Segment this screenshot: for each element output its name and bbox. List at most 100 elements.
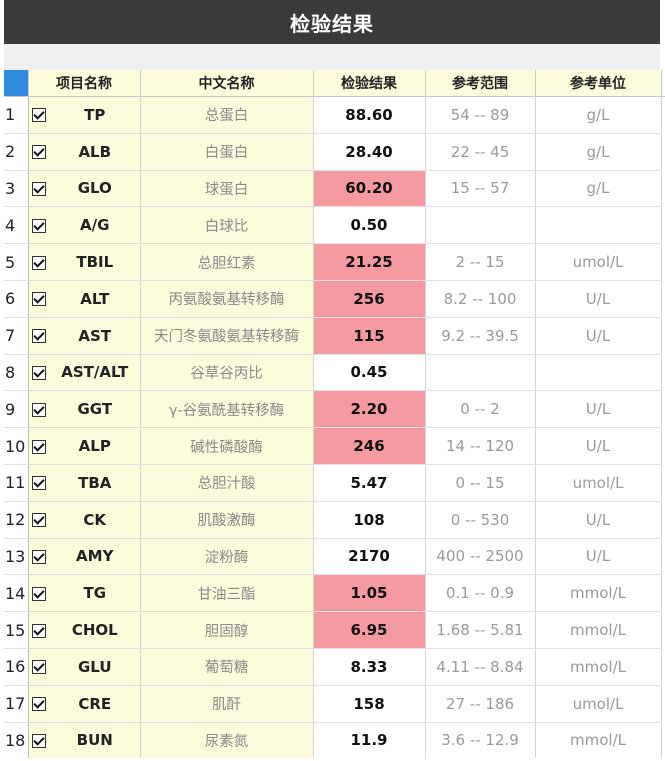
- table-row[interactable]: 6 ALT 丙氨酸氨基转移酶 256 8.2 -- 100 U/L: [4, 280, 665, 318]
- item-code[interactable]: CHOL: [50, 611, 141, 649]
- checkbox-checked-icon[interactable]: [32, 108, 47, 123]
- item-code[interactable]: AST/ALT: [50, 354, 141, 392]
- table-row[interactable]: 8 AST/ALT 谷草谷丙比 0.45: [4, 354, 665, 392]
- row-checkbox-cell[interactable]: [28, 96, 50, 134]
- reference-unit[interactable]: mmol/L: [535, 611, 662, 649]
- reference-unit[interactable]: mmol/L: [535, 648, 662, 686]
- result-value[interactable]: 6.95: [313, 611, 426, 649]
- reference-range[interactable]: 0 -- 15: [425, 464, 536, 502]
- item-chinese-name[interactable]: 丙氨酸氨基转移酶: [140, 280, 314, 318]
- row-checkbox-cell[interactable]: [28, 464, 50, 502]
- checkbox-checked-icon[interactable]: [32, 439, 47, 454]
- row-checkbox-cell[interactable]: [28, 427, 50, 465]
- item-chinese-name[interactable]: 淀粉酶: [140, 538, 314, 576]
- table-row[interactable]: 5 TBIL 总胆红素 21.25 2 -- 15 umol/L: [4, 243, 665, 281]
- checkbox-checked-icon[interactable]: [32, 365, 47, 380]
- result-value[interactable]: 158: [313, 685, 426, 723]
- table-row[interactable]: 12 CK 肌酸激酶 108 0 -- 530 U/L: [4, 501, 665, 539]
- reference-unit[interactable]: g/L: [535, 170, 662, 208]
- reference-unit[interactable]: U/L: [535, 538, 662, 576]
- table-row[interactable]: 10 ALP 碱性磷酸酶 246 14 -- 120 U/L: [4, 427, 665, 465]
- reference-unit[interactable]: g/L: [535, 96, 662, 134]
- table-row[interactable]: 13 AMY 淀粉酶 2170 400 -- 2500 U/L: [4, 538, 665, 576]
- reference-range[interactable]: 2 -- 15: [425, 243, 536, 281]
- row-checkbox-cell[interactable]: [28, 611, 50, 649]
- checkbox-checked-icon[interactable]: [32, 255, 47, 270]
- reference-unit[interactable]: umol/L: [535, 685, 662, 723]
- checkbox-checked-icon[interactable]: [32, 733, 47, 748]
- row-checkbox-cell[interactable]: [28, 501, 50, 539]
- reference-unit[interactable]: U/L: [535, 280, 662, 318]
- checkbox-checked-icon[interactable]: [32, 329, 47, 344]
- checkbox-checked-icon[interactable]: [32, 181, 47, 196]
- reference-range[interactable]: 54 -- 89: [425, 96, 536, 134]
- item-code[interactable]: TBA: [50, 464, 141, 502]
- result-value[interactable]: 8.33: [313, 648, 426, 686]
- reference-range[interactable]: [425, 206, 536, 245]
- table-row[interactable]: 16 GLU 葡萄糖 8.33 4.11 -- 8.84 mmol/L: [4, 648, 665, 686]
- item-chinese-name[interactable]: 总蛋白: [140, 96, 314, 134]
- row-checkbox-cell[interactable]: [28, 574, 50, 613]
- result-value[interactable]: 60.20: [313, 170, 426, 208]
- table-row[interactable]: 9 GGT γ-谷氨酰基转移酶 2.20 0 -- 2 U/L: [4, 390, 665, 429]
- row-checkbox-cell[interactable]: [28, 317, 50, 355]
- reference-range[interactable]: 22 -- 45: [425, 133, 536, 171]
- column-header-cn-name[interactable]: 中文名称: [140, 70, 314, 97]
- item-code[interactable]: CK: [50, 501, 141, 539]
- item-chinese-name[interactable]: γ-谷氨酰基转移酶: [140, 390, 314, 429]
- row-checkbox-cell[interactable]: [28, 243, 50, 281]
- reference-range[interactable]: 1.68 -- 5.81: [425, 611, 536, 649]
- result-value[interactable]: 11.9: [313, 722, 426, 760]
- item-chinese-name[interactable]: 白蛋白: [140, 133, 314, 171]
- table-row[interactable]: 4 A/G 白球比 0.50: [4, 206, 665, 245]
- reference-range[interactable]: 0.1 -- 0.9: [425, 574, 536, 613]
- checkbox-checked-icon[interactable]: [32, 476, 47, 491]
- reference-unit[interactable]: g/L: [535, 133, 662, 171]
- item-code[interactable]: ALP: [50, 427, 141, 465]
- item-code[interactable]: ALT: [50, 280, 141, 318]
- row-checkbox-cell[interactable]: [28, 206, 50, 245]
- result-value[interactable]: 256: [313, 280, 426, 318]
- reference-unit[interactable]: U/L: [535, 427, 662, 465]
- result-value[interactable]: 1.05: [313, 574, 426, 613]
- result-value[interactable]: 28.40: [313, 133, 426, 171]
- column-header-unit[interactable]: 参考单位: [535, 70, 662, 97]
- item-chinese-name[interactable]: 天门冬氨酸氨基转移酶: [140, 317, 314, 355]
- reference-range[interactable]: 9.2 -- 39.5: [425, 317, 536, 355]
- checkbox-checked-icon[interactable]: [32, 697, 47, 712]
- item-chinese-name[interactable]: 总胆汁酸: [140, 464, 314, 502]
- item-chinese-name[interactable]: 谷草谷丙比: [140, 354, 314, 392]
- checkbox-checked-icon[interactable]: [32, 145, 47, 160]
- item-chinese-name[interactable]: 尿素氮: [140, 722, 314, 760]
- item-code[interactable]: AMY: [50, 538, 141, 576]
- reference-unit[interactable]: U/L: [535, 390, 662, 429]
- row-checkbox-cell[interactable]: [28, 722, 50, 760]
- result-value[interactable]: 21.25: [313, 243, 426, 281]
- reference-range[interactable]: 4.11 -- 8.84: [425, 648, 536, 686]
- reference-range[interactable]: 0 -- 530: [425, 501, 536, 539]
- result-value[interactable]: 2.20: [313, 390, 426, 429]
- result-value[interactable]: 2170: [313, 538, 426, 576]
- reference-range[interactable]: 3.6 -- 12.9: [425, 722, 536, 760]
- table-row[interactable]: 1 TP 总蛋白 88.60 54 -- 89 g/L: [4, 96, 665, 134]
- checkbox-checked-icon[interactable]: [32, 292, 47, 307]
- checkbox-checked-icon[interactable]: [32, 586, 47, 601]
- table-row[interactable]: 3 GLO 球蛋白 60.20 15 -- 57 g/L: [4, 170, 665, 208]
- result-value[interactable]: 0.50: [313, 206, 426, 245]
- reference-unit[interactable]: [535, 354, 662, 392]
- column-header-value[interactable]: 检验结果: [313, 70, 426, 97]
- item-code[interactable]: GGT: [50, 390, 141, 429]
- reference-unit[interactable]: mmol/L: [535, 574, 662, 613]
- reference-range[interactable]: 0 -- 2: [425, 390, 536, 429]
- item-code[interactable]: GLO: [50, 170, 141, 208]
- item-code[interactable]: CRE: [50, 685, 141, 723]
- table-row[interactable]: 2 ALB 白蛋白 28.40 22 -- 45 g/L: [4, 133, 665, 171]
- reference-range[interactable]: 15 -- 57: [425, 170, 536, 208]
- reference-unit[interactable]: U/L: [535, 317, 662, 355]
- checkbox-checked-icon[interactable]: [32, 660, 47, 675]
- reference-range[interactable]: 27 -- 186: [425, 685, 536, 723]
- item-chinese-name[interactable]: 葡萄糖: [140, 648, 314, 686]
- item-code[interactable]: TP: [50, 96, 141, 134]
- item-code[interactable]: TG: [50, 574, 141, 613]
- table-row[interactable]: 15 CHOL 胆固醇 6.95 1.68 -- 5.81 mmol/L: [4, 611, 665, 649]
